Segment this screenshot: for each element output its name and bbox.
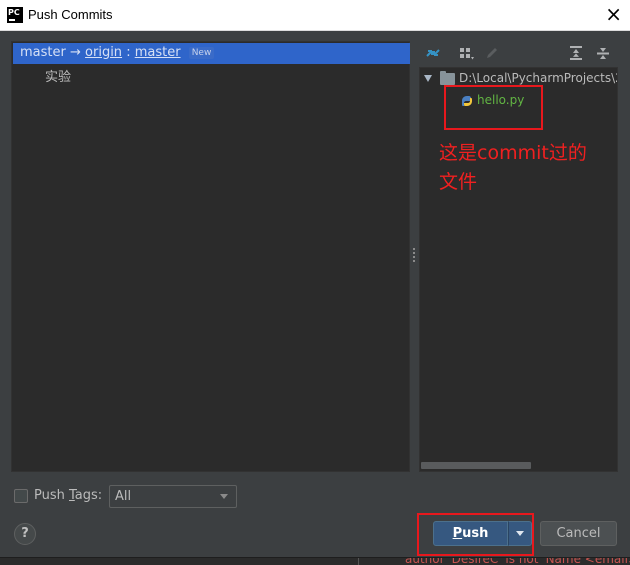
push-arrow: →	[69, 45, 81, 60]
commits-panel: master → origin : master New 实验	[11, 41, 410, 472]
branch-push-row[interactable]: master → origin : master New	[13, 43, 410, 64]
help-button[interactable]: ?	[14, 523, 36, 545]
push-tags-label: Push Tags:	[34, 488, 103, 503]
push-options-dropdown[interactable]	[508, 521, 532, 546]
horizontal-scrollbar[interactable]	[421, 462, 531, 469]
close-window-button[interactable]: ×	[605, 3, 622, 25]
edit-icon[interactable]	[483, 44, 501, 62]
push-button[interactable]: Push	[433, 521, 508, 546]
panel-splitter-handle[interactable]	[413, 248, 415, 262]
expand-collapse-icon[interactable]	[424, 44, 442, 62]
folder-icon	[440, 71, 455, 85]
group-by-icon[interactable]	[457, 44, 475, 62]
window-title: Push Commits	[28, 7, 113, 22]
commit-list-item[interactable]: 实验	[45, 66, 71, 85]
background-window-strip: author 'DesireC' is not 'Name <email>'	[0, 557, 630, 565]
tree-folder-node[interactable]: D:\Local\PycharmProjects\2	[459, 71, 617, 85]
pycharm-app-icon: PC	[7, 7, 23, 23]
tree-expand-arrow-icon[interactable]	[424, 75, 432, 82]
local-branch-label: master	[20, 45, 66, 60]
remote-name-link[interactable]: origin	[85, 45, 122, 60]
push-tags-checkbox[interactable]	[14, 489, 28, 503]
remote-separator: :	[126, 45, 131, 60]
tags-select-value: All	[115, 489, 132, 504]
tags-mode-select[interactable]: All	[109, 485, 237, 508]
title-bar: PC Push Commits ×	[0, 0, 630, 31]
expand-all-icon[interactable]	[567, 44, 585, 62]
new-branch-badge: New	[188, 47, 215, 59]
annotation-file-highlight	[444, 85, 543, 130]
chevron-down-icon	[516, 531, 524, 536]
remote-branch-link[interactable]: master	[135, 45, 181, 60]
chevron-down-icon	[220, 494, 228, 499]
cancel-button[interactable]: Cancel	[540, 521, 617, 546]
annotation-note: 这是commit过的文件	[439, 142, 587, 193]
background-warning-text: author 'DesireC' is not 'Name <email>'	[405, 557, 630, 565]
collapse-all-icon[interactable]	[594, 44, 612, 62]
